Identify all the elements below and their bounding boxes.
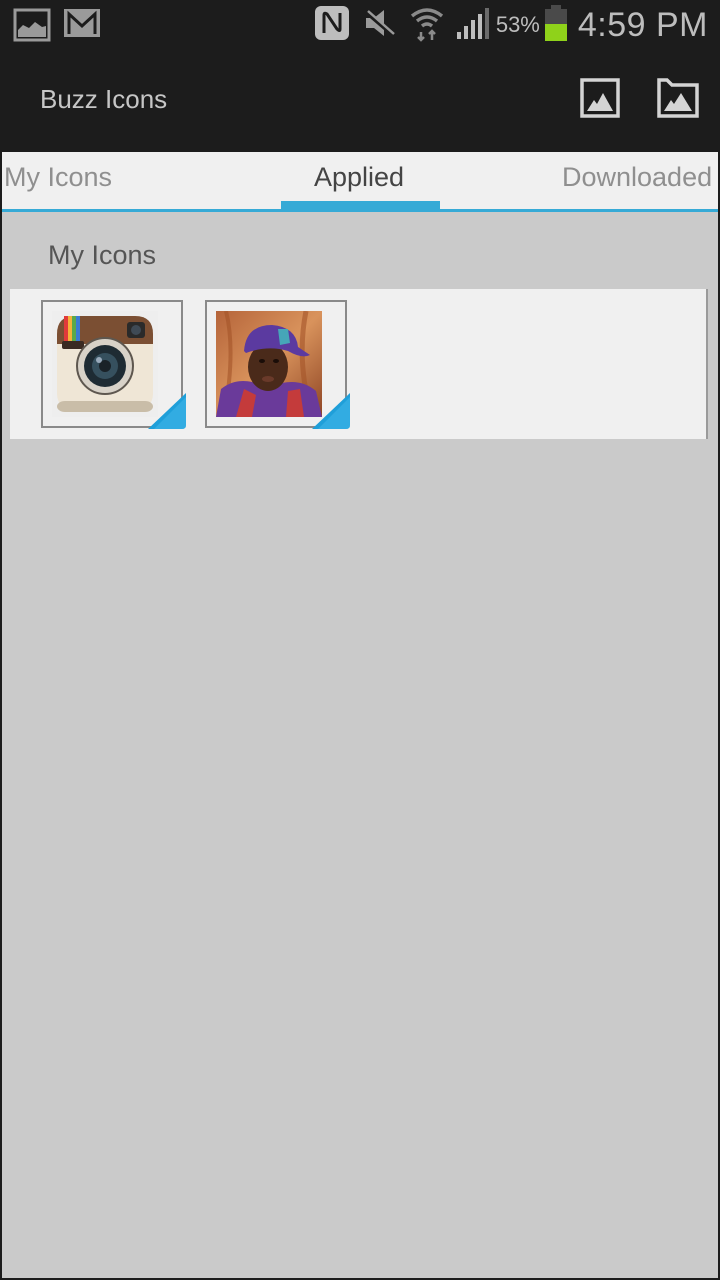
content-area: My Icons xyxy=(2,212,718,1278)
gallery-notification-icon xyxy=(13,8,51,47)
gmail-notification-icon xyxy=(63,8,101,47)
icon-tile[interactable] xyxy=(205,300,350,429)
folder-image-icon xyxy=(657,77,699,123)
wifi-icon xyxy=(410,4,444,47)
tab-my-icons[interactable]: My Icons xyxy=(4,162,112,193)
applied-corner-badge xyxy=(148,393,186,429)
system-icons: 53% 4:59 PM xyxy=(314,0,708,50)
image-icon xyxy=(580,77,620,123)
signal-icon xyxy=(456,6,492,45)
tab-downloaded[interactable]: Downloaded xyxy=(562,162,712,193)
tab-applied[interactable]: Applied xyxy=(314,162,404,193)
nfc-icon xyxy=(314,5,350,46)
tab-strip: My Icons Applied Downloaded xyxy=(2,152,718,212)
notification-icons xyxy=(13,8,101,47)
icon-grid xyxy=(10,289,708,439)
battery-icon xyxy=(544,4,568,47)
screen: 53% 4:59 PM Buzz Icons My Icons Applied … xyxy=(0,0,720,1280)
status-bar: 53% 4:59 PM xyxy=(0,0,720,50)
mute-icon xyxy=(364,8,396,43)
instagram-icon xyxy=(52,311,158,417)
clock: 4:59 PM xyxy=(577,5,708,44)
tab-selected-indicator xyxy=(281,201,440,209)
icon-tile[interactable] xyxy=(41,300,186,429)
action-bar: Buzz Icons xyxy=(0,50,720,148)
pick-image-button[interactable] xyxy=(578,77,622,123)
person-photo-icon xyxy=(216,311,322,417)
applied-corner-badge xyxy=(312,393,350,429)
pick-folder-button[interactable] xyxy=(656,77,700,123)
app-title: Buzz Icons xyxy=(40,84,168,114)
battery-percent: 53% xyxy=(495,12,540,37)
section-title: My Icons xyxy=(48,240,157,270)
